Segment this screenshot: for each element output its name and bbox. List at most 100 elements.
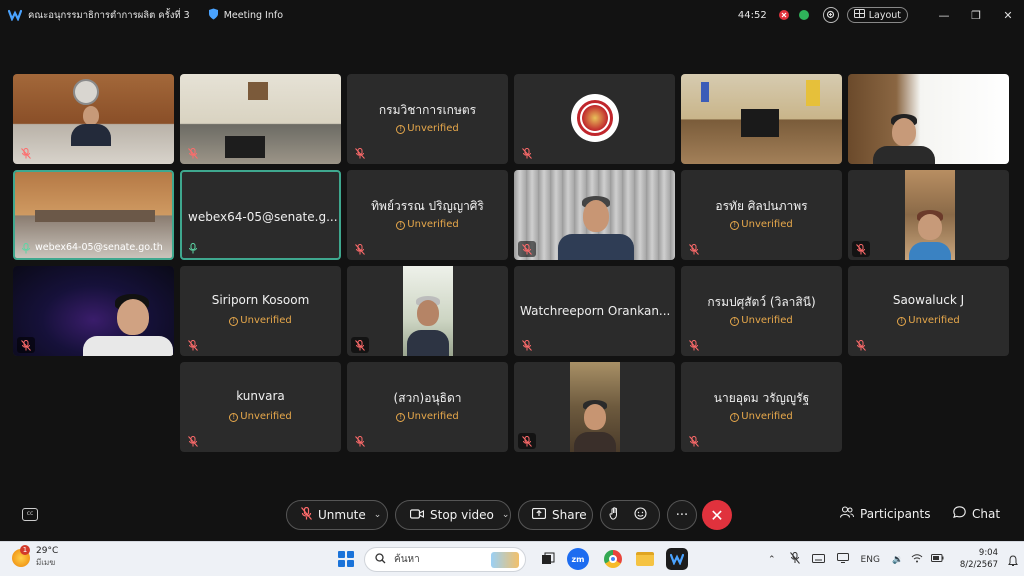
participant-tile-17[interactable]: กรมปศุสัตว์ (วิลาสินี) ! Unverified (681, 266, 842, 356)
unverified-status: ! Unverified (848, 315, 1009, 326)
mic-muted-icon (353, 435, 367, 447)
weather-widget[interactable]: 1 29°C มีเมฆ (12, 544, 58, 569)
chevron-down-icon[interactable]: ⌄ (502, 510, 510, 520)
video-tile-6[interactable] (848, 74, 1009, 164)
emoji-reaction-icon[interactable] (634, 507, 647, 523)
display-icon[interactable] (836, 553, 849, 566)
meeting-info-button[interactable]: Meeting Info (208, 8, 283, 23)
search-icon (375, 552, 386, 567)
participant-tile-4[interactable] (514, 74, 675, 164)
chevron-down-icon[interactable]: ⌄ (374, 510, 382, 520)
battery-icon[interactable] (931, 554, 944, 565)
language-indicator[interactable]: ENG (861, 555, 880, 565)
title-bar: คณะอนุกรรมาธิการตำการผลิต ครั้งที่ 3 Mee… (0, 0, 1024, 30)
video-tile-15[interactable] (347, 266, 508, 356)
unverified-status: ! Unverified (180, 411, 341, 422)
unmute-button[interactable]: Unmute ⌄ (286, 500, 388, 530)
flag (806, 80, 820, 106)
task-view-icon[interactable] (537, 548, 559, 570)
connection-status-icon[interactable] (798, 10, 809, 20)
leave-meeting-button[interactable]: ✕ (702, 500, 732, 530)
mic-muted-icon (852, 241, 870, 257)
close-icon[interactable]: ✕ (992, 9, 1024, 22)
speaker-icon[interactable]: 🔉 (892, 555, 903, 565)
wifi-icon[interactable] (911, 553, 923, 566)
camera-icon (409, 508, 425, 522)
participant-tile-3[interactable]: กรมวิชาการเกษตร ! Unverified (347, 74, 508, 164)
participant-tile-11[interactable]: อรทัย ศิลปนภาพร ! Unverified (681, 170, 842, 260)
video-tile-2[interactable] (180, 74, 341, 164)
meeting-controls: cc Unmute ⌄ Stop video ⌄ Share ··· ✕ Par… (0, 500, 1024, 532)
minimize-icon[interactable]: — (928, 9, 960, 22)
video-tile-10[interactable] (514, 170, 675, 260)
mic-muted-icon (351, 337, 369, 353)
closed-captions-icon[interactable]: cc (22, 508, 38, 521)
chat-button[interactable]: Chat (953, 506, 1000, 521)
participant-name: Saowaluck J (892, 293, 965, 307)
warning-icon: ! (396, 125, 406, 134)
participant-name: กรมวิชาการเกษตร (378, 103, 477, 117)
participant-tile-19[interactable]: kunvara ! Unverified (180, 362, 341, 452)
video-tile-5[interactable] (681, 74, 842, 164)
clock-time: 9:04 (978, 548, 998, 558)
participant-tile-9[interactable]: ทิพย์วรรณ ปริญญาศิริ ! Unverified (347, 170, 508, 260)
participant-name: อรทัย ศิลปนภาพร (715, 199, 808, 213)
stop-video-button[interactable]: Stop video ⌄ (395, 500, 511, 530)
participant-tile-16[interactable]: Watchreeporn Orankan... (514, 266, 675, 356)
participant-label: webex64-05@senate.go.th (35, 242, 163, 253)
monitor (741, 109, 779, 137)
mic-muted-icon (687, 339, 701, 351)
stop-video-label: Stop video (430, 508, 494, 522)
titlebar-right: 44:52 Layout — ❐ ✕ (738, 0, 1024, 30)
layout-button[interactable]: Layout (846, 7, 908, 23)
participant-tile-20[interactable]: (สวก)อนุธิดา ! Unverified (347, 362, 508, 452)
more-options-button[interactable]: ··· (667, 500, 697, 530)
video-tile-21[interactable] (514, 362, 675, 452)
senate-seal-avatar (571, 94, 619, 142)
notification-bell-icon[interactable] (1008, 552, 1018, 566)
participant-tile-22[interactable]: นายอุดม วรัญญูรัฐ ! Unverified (681, 362, 842, 452)
mic-muted-icon (687, 435, 701, 447)
file-explorer-icon[interactable] (634, 548, 656, 570)
search-highlight-icon (491, 551, 519, 568)
chevron-up-icon[interactable]: ⌃ (768, 555, 776, 565)
video-tile-12[interactable] (848, 170, 1009, 260)
webex-meeting-window: คณะอนุกรรมาธิการตำการผลิต ครั้งที่ 3 Mee… (0, 0, 1024, 541)
clock-date: 8/2/2567 (959, 560, 998, 570)
mic-muted-icon (518, 241, 536, 257)
notification-badge: 1 (20, 544, 30, 555)
chat-bubble-icon (953, 506, 966, 521)
taskbar-search[interactable]: ค้นหา (364, 547, 526, 572)
monitor (225, 136, 265, 158)
zoom-view-icon[interactable] (822, 7, 839, 23)
zoom-app-icon[interactable]: zm (567, 548, 589, 570)
participant-name: กรมปศุสัตว์ (วิลาสินี) (707, 295, 816, 309)
participant-tile-14[interactable]: Siriporn Kosoom ! Unverified (180, 266, 341, 356)
video-feed (905, 170, 955, 260)
close-icon: ✕ (710, 505, 724, 525)
keyboard-icon[interactable] (811, 553, 825, 566)
webex-app-icon[interactable] (666, 548, 688, 570)
raise-hand-icon[interactable] (609, 507, 620, 523)
recording-indicator-icon[interactable] (778, 10, 789, 20)
warning-icon: ! (730, 221, 740, 230)
conference-table (35, 210, 155, 222)
participant-tile-18[interactable]: Saowaluck J ! Unverified (848, 266, 1009, 356)
mic-muted-icon (353, 147, 367, 159)
flag (701, 82, 709, 102)
mic-muted-icon (301, 506, 312, 523)
windows-start-icon[interactable] (338, 551, 354, 567)
mic-muted-tray-icon[interactable] (789, 552, 800, 567)
participants-button[interactable]: Participants (839, 506, 931, 521)
meeting-title: คณะอนุกรรมาธิการตำการผลิต ครั้งที่ 3 (28, 9, 190, 21)
taskbar-clock[interactable]: 9:04 8/2/2567 (960, 547, 998, 571)
video-tile-7[interactable]: webex64-05@senate.go.th (13, 170, 174, 260)
chrome-icon[interactable] (602, 548, 624, 570)
video-tile-13[interactable] (13, 266, 174, 356)
restore-icon[interactable]: ❐ (960, 9, 992, 22)
share-button[interactable]: Share (518, 500, 593, 530)
wall-portrait (248, 82, 268, 100)
participant-tile-8[interactable]: webex64-05@senate.g... (180, 170, 341, 260)
reactions-group (600, 500, 660, 530)
video-tile-1[interactable] (13, 74, 174, 164)
